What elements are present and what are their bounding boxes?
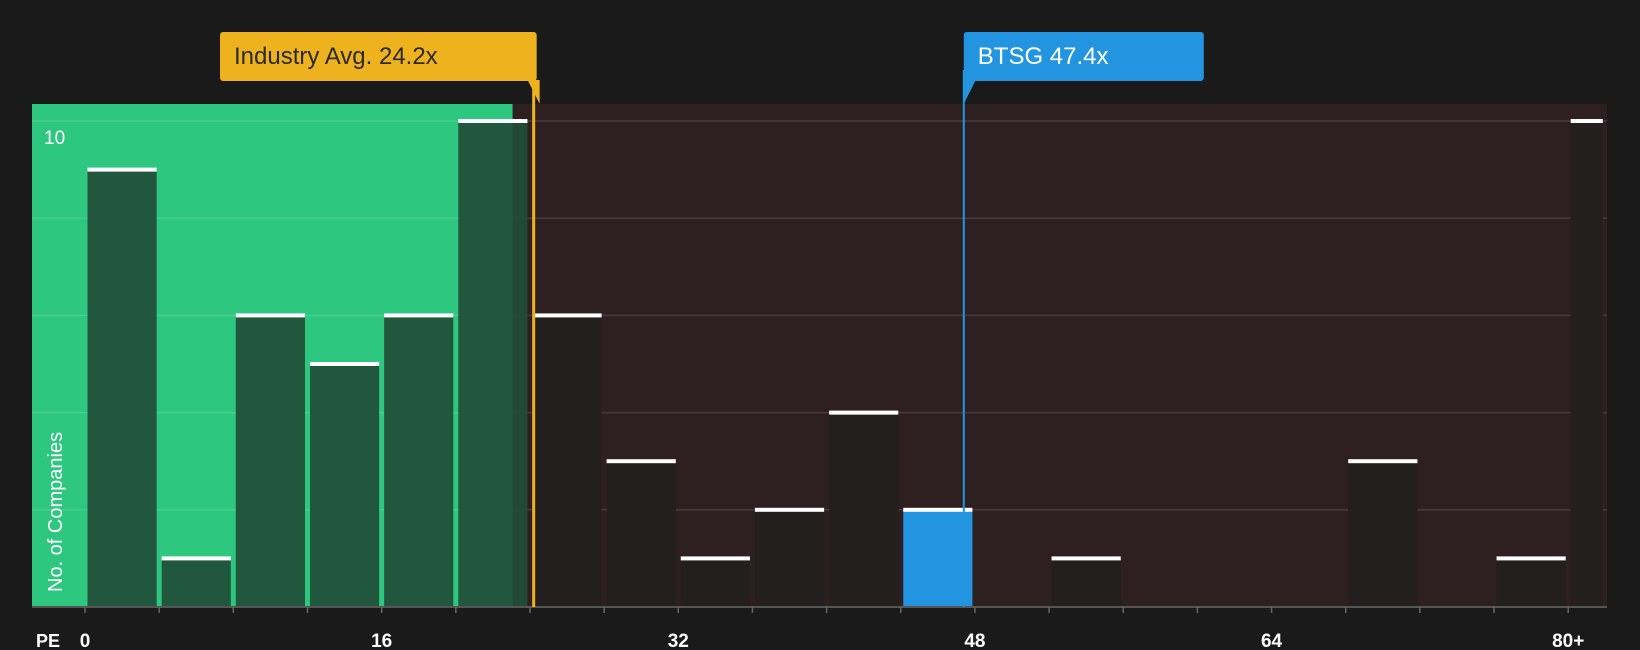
bar-cap: [532, 313, 602, 318]
histogram-bar: [235, 315, 305, 607]
chart-svg: 0 16 32 48 64 80+ Industry Avg. 24.2x BTSG 47.…: [0, 0, 1640, 650]
histogram-bar: [384, 315, 454, 607]
bar-cap: [754, 507, 825, 512]
bar-cap: [161, 556, 231, 561]
histogram-bar: [309, 364, 380, 607]
x-tick-label: 32: [668, 631, 689, 650]
bar-cap: [235, 313, 305, 318]
bar-cap: [1570, 119, 1603, 124]
highlighted-bar: [903, 509, 973, 607]
bar-cap: [87, 167, 157, 172]
histogram-bar: [1570, 121, 1603, 608]
bar-cap: [1348, 459, 1418, 464]
bar-cap: [458, 119, 528, 124]
histogram-bar: [1496, 558, 1566, 607]
x-tick-label: 80+: [1552, 631, 1584, 650]
y-tick-label: 10: [44, 128, 65, 149]
histogram-bar: [680, 558, 750, 607]
above-average-zone: [512, 104, 1608, 607]
industry-marker-label: Industry Avg. 24.2x: [234, 43, 438, 70]
bar-cap: [1496, 556, 1566, 561]
histogram-bar: [87, 169, 157, 607]
bar-cap: [829, 410, 899, 415]
bar-cap: [606, 459, 676, 464]
x-tick-label: 0: [80, 631, 91, 650]
histogram-bar: [458, 121, 528, 608]
histogram-bar: [754, 509, 825, 607]
x-axis-label: PE: [36, 631, 60, 650]
bar-cap: [903, 507, 973, 512]
x-tick-label: 64: [1261, 631, 1283, 650]
company-marker-label: BTSG 47.4x: [978, 43, 1109, 70]
x-tick-label: 48: [964, 631, 985, 650]
histogram-bar: [161, 558, 231, 607]
histogram-bar: [532, 315, 602, 607]
histogram-bar: [829, 412, 899, 607]
pe-distribution-chart: 0 16 32 48 64 80+ Industry Avg. 24.2x BTSG 47.…: [0, 0, 1640, 650]
histogram-bar: [606, 461, 676, 607]
x-tick-label: 16: [371, 631, 392, 650]
histogram-bar: [1348, 461, 1418, 607]
y-axis-label: No. of Companies: [45, 432, 67, 592]
bar-cap: [309, 362, 380, 367]
bar-cap: [680, 556, 750, 561]
bar-cap: [1051, 556, 1121, 561]
bar-cap: [384, 313, 454, 318]
histogram-bar: [1051, 558, 1121, 607]
